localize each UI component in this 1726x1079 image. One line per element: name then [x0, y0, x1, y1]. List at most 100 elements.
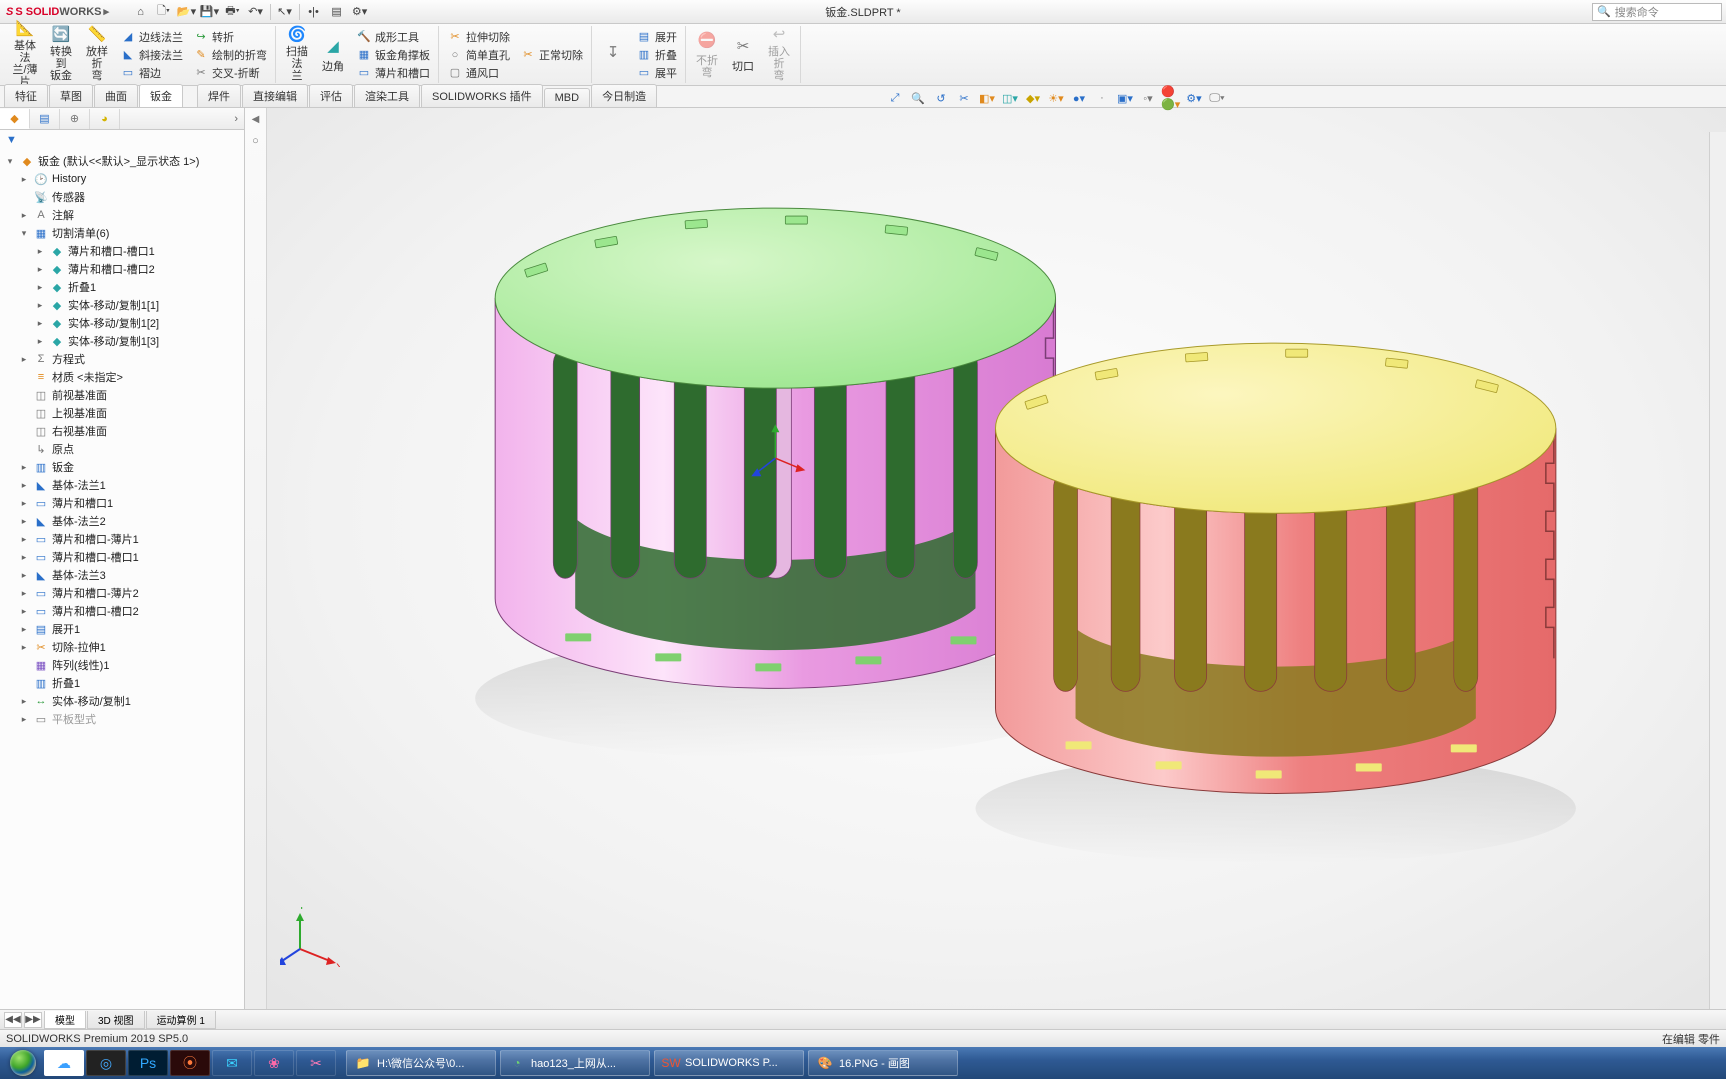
ribbon-button[interactable]: ▦钣金角撑板: [351, 46, 435, 64]
taskbar-pinned-app[interactable]: ☁: [44, 1050, 84, 1076]
tree-twisty-icon[interactable]: ▸: [18, 642, 30, 653]
tree-node[interactable]: ▸↔实体-移动/复制1: [0, 692, 244, 710]
tree-node[interactable]: ▸🕑History: [0, 170, 244, 188]
qat-options-icon[interactable]: ▤: [326, 2, 348, 22]
taskbar-pinned-app[interactable]: ◎: [86, 1050, 126, 1076]
taskbar-pinned-app[interactable]: ⦿: [170, 1050, 210, 1076]
view-settings-icon[interactable]: ⚙▾: [1184, 88, 1204, 108]
tree-twisty-icon[interactable]: ▸: [18, 354, 30, 365]
tree-node[interactable]: ◫右视基准面: [0, 422, 244, 440]
tree-node[interactable]: ▸◆折叠1: [0, 278, 244, 296]
tree-node[interactable]: ▸◆实体-移动/复制1[2]: [0, 314, 244, 332]
qat-new-icon[interactable]: 🗋▾: [153, 2, 175, 22]
view-apply-scene-icon[interactable]: 🔴🟢▾: [1161, 88, 1181, 108]
panel-tab-property-manager[interactable]: ▤: [30, 109, 60, 129]
ribbon-button[interactable]: ✂切口: [725, 27, 761, 83]
tree-node[interactable]: ▸◣基体-法兰3: [0, 566, 244, 584]
qat-select-icon[interactable]: ↖▾: [274, 2, 296, 22]
tree-twisty-icon[interactable]: ▸: [18, 210, 30, 221]
ribbon-button[interactable]: ◢边线法兰: [115, 28, 188, 46]
view-zoom-fit-icon[interactable]: ⤢: [885, 88, 905, 108]
qat-rebuild-icon[interactable]: •|•: [303, 2, 325, 22]
taskbar-pinned-app[interactable]: ✂: [296, 1050, 336, 1076]
ribbon-button[interactable]: ✎绘制的折弯: [188, 46, 272, 64]
ribbon-tab[interactable]: 直接编辑: [242, 84, 308, 107]
tree-twisty-icon[interactable]: ▸: [18, 552, 30, 563]
tree-node[interactable]: ↳原点: [0, 440, 244, 458]
view-tab[interactable]: 运动算例 1: [146, 1011, 216, 1029]
app-logo[interactable]: SS SOLIDWORKS ▸: [0, 5, 120, 18]
tree-node[interactable]: ▸▤展开1: [0, 620, 244, 638]
tree-twisty-icon[interactable]: ▸: [18, 714, 30, 725]
view-orientation-icon[interactable]: ◧▾: [977, 88, 997, 108]
command-search-input[interactable]: 🔍 搜索命令: [1592, 3, 1722, 21]
tree-node[interactable]: ▸◣基体-法兰2: [0, 512, 244, 530]
view-tab[interactable]: 3D 视图: [87, 1011, 145, 1029]
tree-node[interactable]: ▸◆实体-移动/复制1[3]: [0, 332, 244, 350]
tree-node[interactable]: ▸▭薄片和槽口-薄片1: [0, 530, 244, 548]
tree-twisty-icon[interactable]: ▸: [18, 174, 30, 185]
view-screen-icon[interactable]: 🖵▾: [1207, 88, 1227, 108]
panel-tab-feature-tree[interactable]: ◆: [0, 109, 30, 129]
tree-root[interactable]: ▾ ◆ 钣金 (默认<<默认>_显示状态 1>): [0, 152, 244, 170]
tree-node[interactable]: ≡材质 <未指定>: [0, 368, 244, 386]
taskbar-window[interactable]: SWSOLIDWORKS P...: [654, 1050, 804, 1076]
panel-tab-config-manager[interactable]: ⊕: [60, 109, 90, 129]
ribbon-tab[interactable]: 草图: [49, 84, 93, 107]
taskbar-pinned-app[interactable]: ✉: [212, 1050, 252, 1076]
view-prev-icon[interactable]: ↺: [931, 88, 951, 108]
tree-twisty-icon[interactable]: ▸: [18, 588, 30, 599]
qat-open-icon[interactable]: 📂▾: [176, 2, 198, 22]
view-zoom-area-icon[interactable]: 🔍: [908, 88, 928, 108]
ribbon-button[interactable]: ○简单直孔: [442, 46, 515, 64]
tree-twisty-icon[interactable]: ▸: [18, 624, 30, 635]
ribbon-button[interactable]: ◣斜接法兰: [115, 46, 188, 64]
tree-node[interactable]: 📡传感器: [0, 188, 244, 206]
ribbon-button[interactable]: ↪转折: [188, 28, 272, 46]
motion-tab-next-icon[interactable]: ▶▶: [24, 1012, 42, 1028]
tree-twisty-icon[interactable]: ▸: [18, 498, 30, 509]
tree-node[interactable]: ▸▭平板型式: [0, 710, 244, 728]
task-pane-collapsed[interactable]: [1709, 132, 1726, 1009]
ribbon-button[interactable]: 📏放样折弯: [79, 27, 115, 83]
taskbar-pinned-app[interactable]: ❀: [254, 1050, 294, 1076]
graphics-viewport[interactable]: ◀ ○: [245, 108, 1726, 1009]
ribbon-button[interactable]: ▭展平: [631, 64, 682, 82]
view-tab[interactable]: 模型: [44, 1011, 86, 1029]
tree-node[interactable]: ▸▭薄片和槽口-槽口2: [0, 602, 244, 620]
tree-twisty-icon[interactable]: ▸: [18, 534, 30, 545]
tree-twisty-icon[interactable]: ▸: [18, 696, 30, 707]
ribbon-tab[interactable]: SOLIDWORKS 插件: [421, 84, 543, 107]
tree-twisty-icon[interactable]: ▸: [34, 336, 46, 347]
motion-tab-prev-icon[interactable]: ◀◀: [4, 1012, 22, 1028]
ribbon-tab[interactable]: MBD: [544, 88, 590, 107]
qat-print-icon[interactable]: 🖶▾: [222, 2, 244, 22]
tree-twisty-icon[interactable]: ▸: [18, 480, 30, 491]
ribbon-button[interactable]: ✂交叉-折断: [188, 64, 272, 82]
tree-twisty-icon[interactable]: ▸: [18, 570, 30, 581]
ribbon-button[interactable]: 🔄转换到钣金: [43, 27, 79, 83]
ribbon-button[interactable]: ◢边角: [315, 27, 351, 83]
app-menu-arrow-icon[interactable]: ▸: [104, 5, 114, 18]
tree-node[interactable]: ◫上视基准面: [0, 404, 244, 422]
view-cam-icon[interactable]: ◦▾: [1138, 88, 1158, 108]
tree-node[interactable]: ▸Σ方程式: [0, 350, 244, 368]
tree-node[interactable]: ▥折叠1: [0, 674, 244, 692]
tree-node[interactable]: ▸◆实体-移动/复制1[1]: [0, 296, 244, 314]
tree-node[interactable]: ▸◣基体-法兰1: [0, 476, 244, 494]
tree-node[interactable]: ◫前视基准面: [0, 386, 244, 404]
tree-twisty-icon[interactable]: ▸: [34, 282, 46, 293]
tree-node[interactable]: ▸▭薄片和槽口-槽口1: [0, 548, 244, 566]
view-appearance-icon[interactable]: ●▾: [1069, 88, 1089, 108]
view-hide-icon[interactable]: ◆▾: [1023, 88, 1043, 108]
taskbar-window[interactable]: 🎨16.PNG - 画图: [808, 1050, 958, 1076]
ribbon-tab[interactable]: 评估: [309, 84, 353, 107]
view-display-icon[interactable]: ◫▾: [1000, 88, 1020, 108]
tree-node[interactable]: ▾▦切割清单(6): [0, 224, 244, 242]
view-section-icon[interactable]: ✂: [954, 88, 974, 108]
tree-twisty-icon[interactable]: ▸: [34, 264, 46, 275]
ribbon-tab[interactable]: 焊件: [197, 84, 241, 107]
ribbon-tab[interactable]: 今日制造: [591, 84, 657, 107]
ribbon-button[interactable]: ✂正常切除: [515, 46, 588, 64]
tree-twisty-icon[interactable]: ▸: [34, 246, 46, 257]
